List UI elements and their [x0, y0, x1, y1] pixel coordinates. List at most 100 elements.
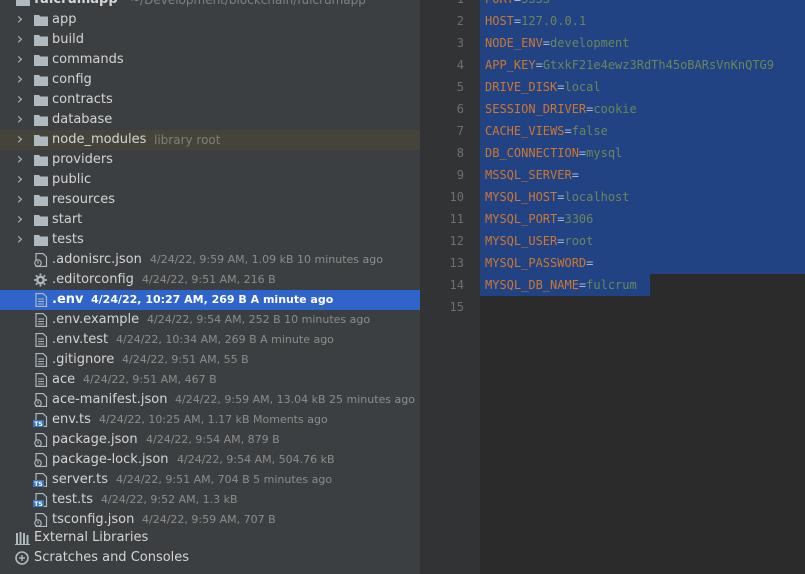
code-line: MSSQL_SERVER=: [485, 164, 579, 186]
tree-item[interactable]: TS server.ts 4/24/22, 9:51 AM, 704 B 5 min…: [0, 470, 420, 490]
chevron-right-icon[interactable]: ›: [13, 91, 27, 107]
env-key: MYSQL_DB_NAME: [485, 278, 579, 292]
tree-item[interactable]: TS test.ts 4/24/22, 9:52 AM, 1.3 kB: [0, 490, 420, 510]
tree-item-meta: 4/24/22, 9:52 AM, 1.3 kB: [101, 493, 238, 506]
line-number: 2: [456, 14, 464, 28]
chevron-right-icon[interactable]: ›: [13, 111, 27, 127]
tree-item[interactable]: › config: [0, 70, 420, 90]
tree-item[interactable]: package.json 4/24/22, 9:54 AM, 879 B: [0, 430, 420, 450]
editor-pane[interactable]: PORT=3333HOST=127.0.0.1NODE_ENV=developm…: [480, 0, 805, 574]
tree-item[interactable]: › contracts: [0, 90, 420, 110]
tree-item[interactable]: › providers: [0, 150, 420, 170]
tree-item[interactable]: › build: [0, 30, 420, 50]
equals-sign: =: [535, 58, 543, 72]
tree-item[interactable]: › database: [0, 110, 420, 130]
folder-icon: [34, 175, 48, 186]
tree-item[interactable]: › public: [0, 170, 420, 190]
chevron-right-icon[interactable]: ›: [13, 171, 27, 187]
scratches-row[interactable]: Scratches and Consoles: [0, 548, 420, 568]
line-number: 1: [420, 0, 464, 10]
tree-item[interactable]: › tests: [0, 230, 420, 250]
code-line: NODE_ENV=development: [485, 32, 630, 54]
tree-item-meta: library root: [154, 133, 221, 147]
tree-item-name: ace: [52, 372, 76, 387]
typescript-file-icon: TS: [33, 473, 48, 487]
svg-text:TS: TS: [34, 421, 42, 427]
folder-icon: [34, 115, 48, 126]
chevron-right-icon[interactable]: ›: [13, 31, 27, 47]
code-line: PORT=3333: [485, 0, 550, 10]
file-icon: [35, 353, 48, 367]
chevron-right-icon[interactable]: ›: [13, 131, 27, 147]
env-key: DB_CONNECTION: [485, 146, 579, 160]
env-key: MSSQL_SERVER: [485, 168, 572, 182]
tree-item-name: env.ts: [52, 412, 91, 427]
env-value: cookie: [593, 102, 637, 116]
tree-item[interactable]: tsconfig.json 4/24/22, 9:59 AM, 707 B: [0, 510, 420, 530]
line-number: 11: [449, 212, 464, 226]
tree-item[interactable]: ace-manifest.json 4/24/22, 9:59 AM, 13.04…: [0, 390, 420, 410]
project-root-row[interactable]: ⌄ fulcrumapp ~/Development/blockchain/fu…: [0, 0, 420, 10]
folder-icon: [16, 0, 30, 6]
code-line: DB_CONNECTION=mysql: [485, 142, 622, 164]
json-file-icon: [34, 513, 48, 527]
chevron-right-icon[interactable]: ›: [13, 191, 27, 207]
tree-item[interactable]: › resources: [0, 190, 420, 210]
external-libraries-row[interactable]: External Libraries: [0, 528, 420, 548]
gear-icon: [34, 273, 47, 287]
tree-item[interactable]: package-lock.json 4/24/22, 9:54 AM, 504.7…: [0, 450, 420, 470]
chevron-right-icon[interactable]: ›: [13, 71, 27, 87]
tree-item-name: .env.example: [52, 312, 140, 327]
scratches-label: Scratches and Consoles: [34, 550, 190, 565]
env-value: false: [571, 124, 608, 138]
code-line: DRIVE_DISK=local: [485, 76, 601, 98]
chevron-right-icon[interactable]: ›: [13, 151, 27, 167]
env-key: MYSQL_PORT: [485, 212, 558, 226]
folder-icon: [34, 75, 48, 86]
tree-item[interactable]: › start: [0, 210, 420, 230]
tree-item-name: app: [52, 12, 77, 27]
tree-item-meta: 4/24/22, 10:27 AM, 269 B A minute ago: [91, 293, 334, 306]
tree-item[interactable]: .adonisrc.json 4/24/22, 9:59 AM, 1.09 kB …: [0, 250, 420, 270]
tree-item[interactable]: .gitignore 4/24/22, 9:51 AM, 55 B: [0, 350, 420, 370]
tree-item[interactable]: .env 4/24/22, 10:27 AM, 269 B A minute ag…: [0, 290, 420, 310]
tree-item[interactable]: › node_modules library root: [0, 130, 420, 150]
tree-item[interactable]: TS env.ts 4/24/22, 10:25 AM, 1.17 kB Momen…: [0, 410, 420, 430]
chevron-right-icon[interactable]: ›: [13, 231, 27, 247]
tree-item[interactable]: .env.example 4/24/22, 9:54 AM, 252 B 10 m…: [0, 310, 420, 330]
tree-item[interactable]: › app: [0, 10, 420, 30]
line-number: 8: [456, 146, 464, 160]
chevron-right-icon[interactable]: ›: [13, 11, 27, 27]
line-number: 6: [456, 102, 464, 116]
external-libraries-label: External Libraries: [34, 530, 149, 545]
code-line: MYSQL_DB_NAME=fulcrum: [485, 274, 637, 296]
tree-item[interactable]: ace 4/24/22, 9:51 AM, 467 B: [0, 370, 420, 390]
folder-icon: [34, 155, 48, 166]
tree-item-name: ace-manifest.json: [52, 392, 168, 407]
project-root-name: fulcrumapp: [34, 0, 118, 10]
folder-icon: [34, 135, 48, 146]
project-root-path: ~/Development/blockchain/fulcrumapp: [130, 0, 366, 7]
chevron-right-icon[interactable]: ›: [13, 51, 27, 67]
code-line: CACHE_VIEWS=false: [485, 120, 608, 142]
project-tool-window: ⌄ fulcrumapp ~/Development/blockchain/fu…: [0, 0, 420, 574]
tree-item-name: start: [52, 212, 83, 227]
tree-item[interactable]: › commands: [0, 50, 420, 70]
tree-item-name: package.json: [52, 432, 138, 447]
tree-item[interactable]: .env.test 4/24/22, 10:34 AM, 269 B A minu…: [0, 330, 420, 350]
tree-item[interactable]: .editorconfig 4/24/22, 9:51 AM, 216 B: [0, 270, 420, 290]
env-value: 3306: [564, 212, 594, 226]
tree-item-meta: 4/24/22, 9:59 AM, 13.04 kB 25 minutes ag…: [175, 393, 415, 406]
tree-item-name: database: [52, 112, 113, 127]
tree-item-name: config: [52, 72, 92, 87]
env-value: mysql: [586, 146, 623, 160]
code-line: MYSQL_PASSWORD=: [485, 252, 593, 274]
line-number: 7: [456, 124, 464, 138]
env-value: root: [564, 234, 594, 248]
code-line: SESSION_DRIVER=cookie: [485, 98, 637, 120]
editor-gutter: 123456789101112131415: [420, 0, 480, 574]
file-icon: [35, 333, 48, 347]
tree-item-meta: 4/24/22, 9:51 AM, 467 B: [83, 373, 217, 386]
chevron-right-icon[interactable]: ›: [13, 211, 27, 227]
tree-item-meta: 4/24/22, 9:59 AM, 1.09 kB 10 minutes ago: [150, 253, 383, 266]
